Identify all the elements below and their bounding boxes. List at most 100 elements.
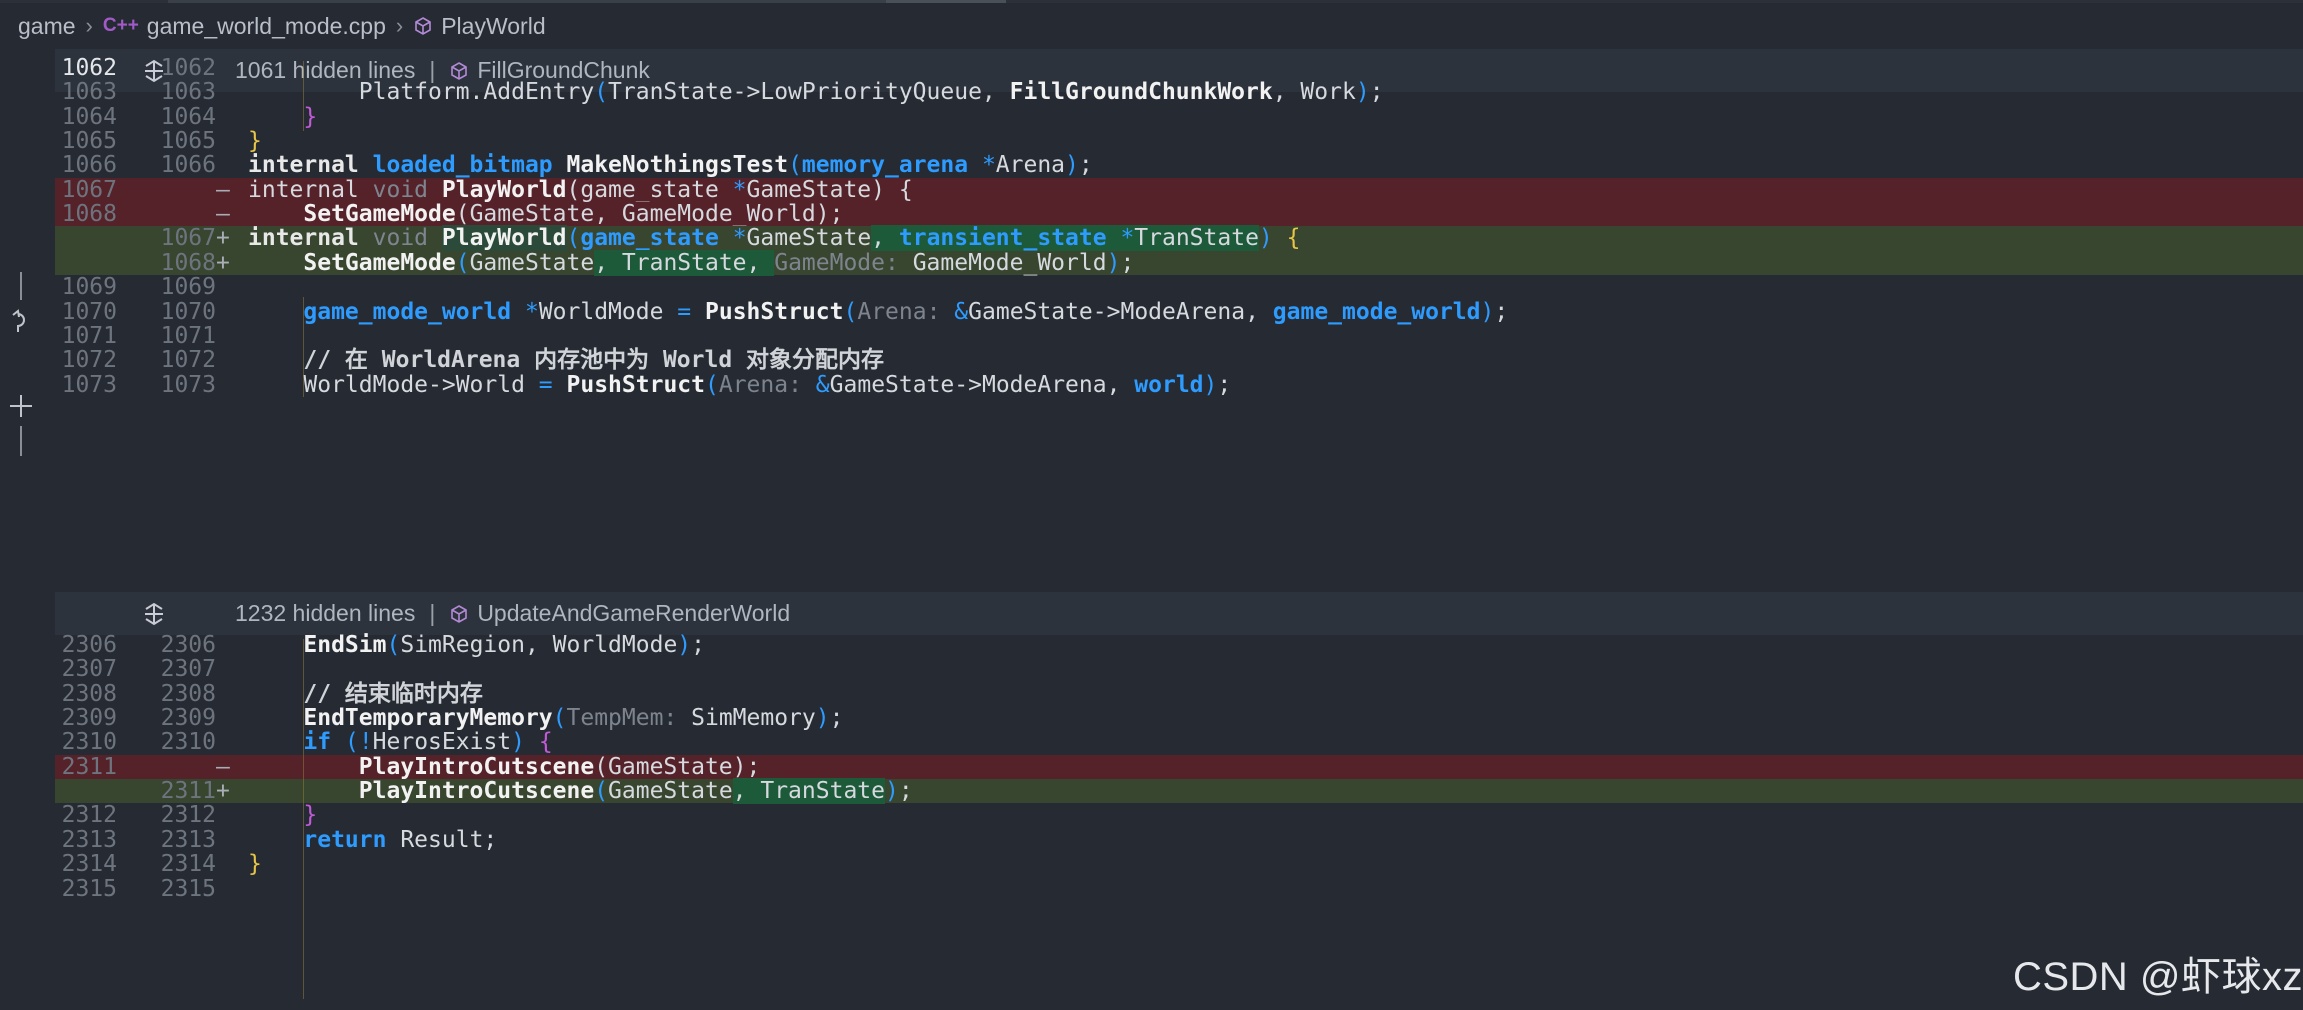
code-token: SetGameMode bbox=[303, 249, 456, 276]
code-line[interactable]: 2313 2313 return Result; bbox=[55, 826, 2303, 853]
folded-region[interactable]: 1232 hidden lines | UpdateAndGameRenderW… bbox=[55, 592, 2303, 635]
indent-guide bbox=[303, 297, 304, 397]
code-token: GameState) { bbox=[746, 176, 913, 203]
code-token: * bbox=[732, 176, 747, 203]
code-token: ( bbox=[705, 371, 719, 398]
code-line[interactable]: 2309 2309 EndTemporaryMemory(TempMem: Sim… bbox=[55, 706, 2303, 731]
code-text: SetGameMode(GameState, GameMode_World); bbox=[248, 202, 843, 226]
diff-editor[interactable]: 1061 hidden lines | FillGroundChunk 1232… bbox=[55, 49, 2303, 1010]
code-line[interactable]: 1071 1071 bbox=[55, 323, 2303, 348]
code-token: * bbox=[718, 225, 747, 252]
line-number-original: 2314 bbox=[61, 851, 117, 878]
code-line[interactable]: 2314 2314} bbox=[55, 851, 2303, 878]
code-token: EndTemporaryMemory bbox=[303, 705, 553, 732]
code-token: Arena: bbox=[857, 298, 955, 325]
fold-symbol[interactable]: UpdateAndGameRenderWorld bbox=[477, 600, 790, 627]
code-token: ( bbox=[788, 152, 802, 179]
code-token: GameMode_World bbox=[912, 249, 1107, 276]
code-line[interactable]: 1064 1064 } bbox=[55, 103, 2303, 130]
line-number-modified: 1072 bbox=[160, 347, 216, 374]
code-token: PlayIntroCutscene bbox=[358, 778, 595, 805]
code-token: ) bbox=[1480, 298, 1495, 325]
code-token: ; bbox=[1494, 298, 1509, 325]
revert-icon[interactable] bbox=[10, 308, 34, 336]
code-token: Platform.AddEntry bbox=[248, 79, 595, 106]
code-token: Arena bbox=[995, 152, 1066, 179]
code-text: // 结束临时内存 bbox=[248, 680, 483, 707]
fold-separator: | bbox=[429, 600, 436, 626]
code-token: GameState bbox=[608, 778, 733, 805]
code-token: ( bbox=[566, 225, 581, 252]
code-token: ( bbox=[455, 249, 470, 276]
line-number-original: 1063 bbox=[61, 79, 117, 106]
removed-marker: — bbox=[216, 176, 230, 203]
code-token: GameMode: bbox=[774, 249, 913, 276]
code-token: ; bbox=[829, 705, 844, 732]
removed-marker: — bbox=[216, 201, 230, 228]
add-icon[interactable] bbox=[8, 393, 34, 419]
code-line[interactable]: 2312 2312 } bbox=[55, 803, 2303, 828]
gutter-change-bar bbox=[20, 272, 22, 300]
code-line[interactable]: 2307 2307 bbox=[55, 656, 2303, 683]
code-text: SetGameMode(GameState, TranState, GameMo… bbox=[248, 249, 1134, 276]
code-token: internal bbox=[248, 152, 373, 179]
code-token: (GameState, GameMode_World); bbox=[455, 201, 844, 228]
code-token: internal bbox=[248, 225, 373, 252]
code-token: // 结束临时内存 bbox=[248, 680, 483, 707]
deleted-line[interactable]: 1068 — SetGameMode(GameState, GameMode_Wo… bbox=[55, 201, 2303, 228]
unfold-icon[interactable] bbox=[141, 601, 223, 627]
code-token: ) bbox=[815, 705, 830, 732]
line-number-original: 2306 bbox=[61, 632, 117, 658]
code-token: ) bbox=[1258, 225, 1273, 252]
line-number-modified: 1067 bbox=[160, 225, 216, 252]
code-token: internal bbox=[248, 176, 373, 203]
line-number-modified: 2308 bbox=[160, 680, 216, 707]
code-token: transient_state bbox=[898, 225, 1107, 252]
code-line[interactable]: 2315 2315 bbox=[55, 876, 2303, 901]
line-number-modified: 2313 bbox=[160, 826, 216, 853]
code-line[interactable]: 1066 1066 internal loaded_bitmap MakeNothi… bbox=[55, 152, 2303, 179]
code-token: ; bbox=[1369, 79, 1384, 106]
line-number-original: 2313 bbox=[61, 826, 117, 853]
chevron-right-icon: › bbox=[85, 13, 93, 38]
code-line[interactable]: 1072 1072 // 在 WorldArena 内存池中为 World 对象分… bbox=[55, 347, 2303, 374]
line-number-modified: 1064 bbox=[160, 103, 216, 130]
added-line[interactable]: 1067 + internal void PlayWorld(game_state … bbox=[55, 225, 2303, 252]
code-token: GameState->ModeArena, bbox=[829, 371, 1135, 398]
code-line[interactable]: 1063 1063 Platform.AddEntry(TranState->Lo… bbox=[55, 79, 2303, 106]
deleted-line[interactable]: 1067 — internal void PlayWorld(game_state … bbox=[55, 176, 2303, 203]
deleted-line[interactable]: 2311 — PlayIntroCutscene(GameState); bbox=[55, 754, 2303, 779]
line-number-modified: 1068 bbox=[160, 249, 216, 276]
code-token: ; bbox=[898, 778, 913, 805]
breadcrumb-file[interactable]: game_world_mode.cpp bbox=[147, 13, 386, 40]
breadcrumb-symbol[interactable]: PlayWorld bbox=[441, 13, 545, 40]
code-line[interactable]: 1070 1070 game_mode_world *WorldMode = Pu… bbox=[55, 298, 2303, 325]
code-line[interactable]: 1073 1073 WorldMode->World = PushStruct(A… bbox=[55, 371, 2303, 398]
breadcrumb-folder[interactable]: game bbox=[18, 13, 76, 40]
code-line[interactable]: 2306 2306 EndSim(SimRegion, WorldMode); bbox=[55, 632, 2303, 658]
added-line[interactable]: 1068 + SetGameMode(GameState, TranState, … bbox=[55, 249, 2303, 276]
code-token: ( bbox=[552, 705, 567, 732]
code-text: PlayIntroCutscene(GameState); bbox=[248, 755, 761, 779]
code-token: ; bbox=[1078, 152, 1093, 179]
code-line[interactable]: 1069 1069 bbox=[55, 274, 2303, 301]
code-line[interactable]: 2308 2308 // 结束临时内存 bbox=[55, 680, 2303, 707]
code-line[interactable]: 1065 1065} bbox=[55, 129, 2303, 154]
line-number-modified: 1069 bbox=[160, 274, 216, 301]
indent-guide bbox=[303, 639, 304, 999]
line-number-original: 1062 bbox=[61, 55, 117, 81]
code-token: * bbox=[968, 152, 996, 179]
line-number-modified: 2307 bbox=[160, 656, 216, 683]
code-token: GameState bbox=[746, 225, 872, 252]
change-gutter bbox=[0, 49, 55, 1010]
code-text: EndTemporaryMemory(TempMem: SimMemory); bbox=[248, 706, 843, 730]
line-number-original: 1068 bbox=[61, 201, 117, 228]
code-token: SimMemory bbox=[691, 705, 816, 732]
code-line[interactable]: 1062 1062 bbox=[55, 55, 2303, 81]
line-number-modified: 2306 bbox=[160, 632, 216, 658]
code-line[interactable]: 2310 2310 if (!HerosExist) { bbox=[55, 729, 2303, 755]
added-line[interactable]: 2311 + PlayIntroCutscene(GameState, TranS… bbox=[55, 778, 2303, 805]
